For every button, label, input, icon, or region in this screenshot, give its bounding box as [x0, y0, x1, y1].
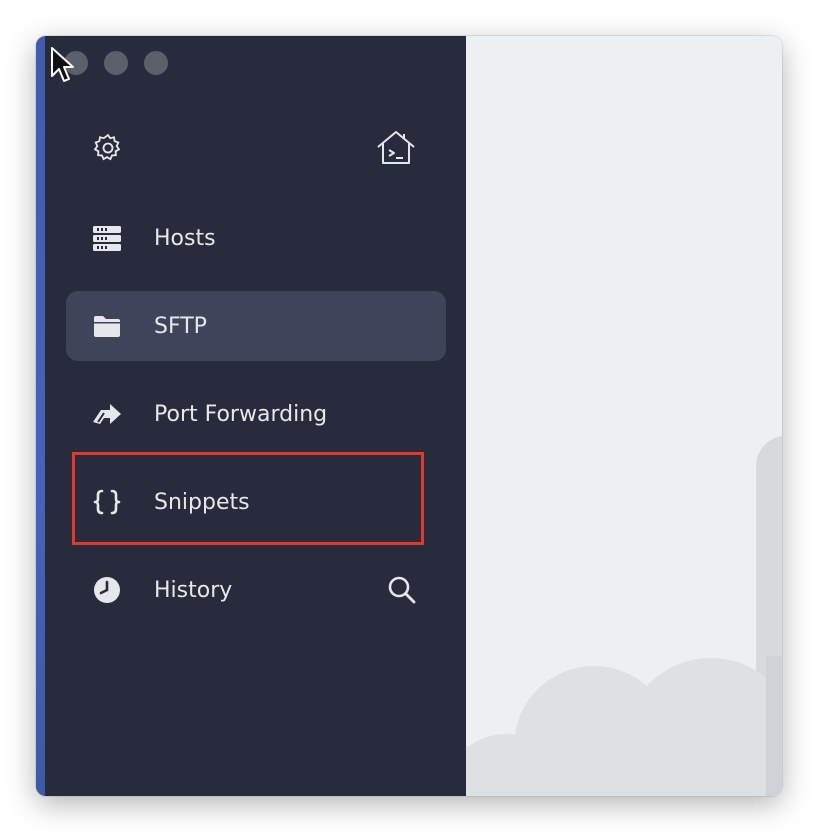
sidebar-item-port-forwarding[interactable]: Port Forwarding — [66, 379, 446, 449]
history-icon — [92, 575, 122, 605]
sidebar: Hosts SFTP Port Forwarding Snippets Hist… — [36, 36, 466, 796]
mouse-cursor-icon — [51, 47, 74, 82]
sidebar-item-label: SFTP — [154, 313, 207, 339]
hosts-icon — [92, 223, 122, 253]
app-window: Hosts SFTP Port Forwarding Snippets Hist… — [36, 36, 782, 796]
main-content-area — [466, 36, 782, 796]
window-traffic-lights — [64, 51, 168, 75]
folder-icon — [92, 311, 122, 341]
snippets-highlight-box — [72, 452, 424, 545]
minimize-window-button[interactable] — [104, 51, 128, 75]
sidebar-item-label: History — [154, 577, 233, 603]
port-forwarding-icon — [92, 399, 122, 429]
cloud-illustration — [466, 436, 782, 796]
maximize-window-button[interactable] — [144, 51, 168, 75]
terminal-home-icon[interactable] — [374, 128, 418, 168]
search-icon[interactable] — [386, 574, 418, 606]
sidebar-item-hosts[interactable]: Hosts — [66, 203, 446, 273]
sidebar-item-label: Port Forwarding — [154, 401, 328, 427]
gear-icon[interactable] — [92, 132, 124, 164]
sidebar-item-sftp[interactable]: SFTP — [66, 291, 446, 361]
sidebar-item-label: Hosts — [154, 225, 216, 251]
window-edge-strip — [36, 36, 45, 796]
